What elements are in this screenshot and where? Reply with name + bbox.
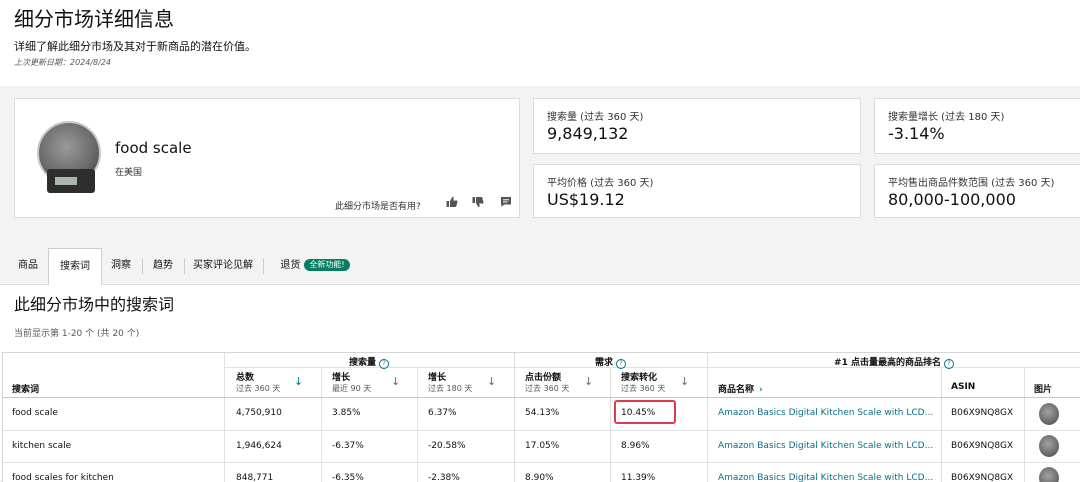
page-title: 细分市场详细信息 xyxy=(14,7,174,31)
metric-label: 平均价格 (过去 360 天) xyxy=(547,178,654,189)
chevron-right-icon[interactable]: › xyxy=(759,385,763,395)
page-header: 细分市场详细信息 详细了解此细分市场及其对于新商品的潜在价值。 上次更新日期：2… xyxy=(0,0,1080,86)
sort-icon[interactable]: ↓ xyxy=(487,375,496,388)
col-click-share[interactable]: 点击份额 过去 360 天 xyxy=(525,370,569,394)
niche-location: 在美国 xyxy=(115,168,143,178)
metric-average-price: 平均价格 (过去 360 天) US$19.12 xyxy=(533,164,861,218)
tab-bar: 商品 搜索词 洞察 趋势 买家评论见解 退货 全新功能! xyxy=(0,248,1080,285)
total-cell: 1,946,624 xyxy=(236,441,282,451)
page-subtitle: 详细了解此细分市场及其对于新商品的潜在价值。 xyxy=(14,40,256,53)
growth90-cell: 3.85% xyxy=(332,408,361,418)
thumbs-down-icon[interactable] xyxy=(471,196,485,210)
metric-value: US$19.12 xyxy=(547,190,625,209)
asin-cell: B06X9NQ8GX xyxy=(951,441,1014,451)
product-thumbnail[interactable] xyxy=(1039,403,1059,425)
product-card: food scale 在美国 此细分市场是否有用? xyxy=(14,98,520,218)
group-search-volume: 搜索量? xyxy=(224,355,514,369)
new-feature-badge: 全新功能! xyxy=(304,259,350,271)
col-search-term[interactable]: 搜索词 xyxy=(12,382,39,395)
sort-icon[interactable]: ↓ xyxy=(680,375,689,388)
tab-trends[interactable]: 趋势 xyxy=(145,248,181,284)
product-thumbnail[interactable] xyxy=(1039,467,1059,482)
sort-icon[interactable]: ↓ xyxy=(391,375,400,388)
tab-returns[interactable]: 退货 全新功能! xyxy=(266,248,364,284)
section-title: 此细分市场中的搜索词 xyxy=(14,295,175,314)
term-cell: kitchen scale xyxy=(12,441,72,451)
metric-value: 80,000-100,000 xyxy=(888,190,1016,209)
col-growth-180[interactable]: 增长 过去 180 天 xyxy=(428,370,472,394)
info-icon[interactable]: ? xyxy=(379,359,389,369)
total-cell: 4,750,910 xyxy=(236,408,282,418)
thumbs-up-icon[interactable] xyxy=(445,196,459,210)
product-link[interactable]: Amazon Basics Digital Kitchen Scale with… xyxy=(718,408,933,418)
sort-desc-icon[interactable]: ↓ xyxy=(294,375,303,388)
product-link[interactable]: Amazon Basics Digital Kitchen Scale with… xyxy=(718,441,933,451)
feedback-question: 此细分市场是否有用? xyxy=(335,202,421,212)
term-cell: food scale xyxy=(12,408,58,418)
tab-returns-label: 退货 xyxy=(280,260,301,271)
col-asin: ASIN xyxy=(951,382,976,392)
col-total[interactable]: 总数 过去 360 天 xyxy=(236,370,280,394)
click-share-cell: 54.13% xyxy=(525,408,560,418)
metric-label: 平均售出商品件数范围 (过去 360 天) xyxy=(888,178,1055,189)
metric-label: 搜索量 (过去 360 天) xyxy=(547,112,644,123)
tab-products[interactable]: 商品 xyxy=(8,248,48,284)
group-top-product: #1 点击量最高的商品排名? xyxy=(707,355,1080,369)
metric-search-growth: 搜索量增长 (过去 180 天) -3.14% xyxy=(874,98,1080,154)
search-terms-table: 搜索量? 需求? #1 点击量最高的商品排名? 搜索词 总数 过去 360 天 ↓… xyxy=(2,352,1080,482)
comment-icon[interactable] xyxy=(499,196,513,210)
info-icon[interactable]: ? xyxy=(943,359,954,369)
metric-value: -3.14% xyxy=(888,124,945,143)
search-terms-section: 此细分市场中的搜索词 当前显示第 1-20 个 (共 20 个) 搜索量? 需求… xyxy=(0,285,1080,482)
col-growth-90[interactable]: 增长 最近 90 天 xyxy=(332,370,371,394)
asin-cell: B06X9NQ8GX xyxy=(951,408,1014,418)
growth180-cell: 6.37% xyxy=(428,408,457,418)
metric-search-volume: 搜索量 (过去 360 天) 9,849,132 xyxy=(533,98,861,154)
info-icon[interactable]: ? xyxy=(616,359,626,369)
click-share-cell: 17.05% xyxy=(525,441,560,451)
col-product-name[interactable]: 商品名称 › xyxy=(718,382,763,395)
product-thumbnail[interactable] xyxy=(1039,435,1059,457)
growth90-cell: -6.37% xyxy=(332,441,364,451)
sort-icon[interactable]: ↓ xyxy=(584,375,593,388)
tab-customer-reviews[interactable]: 买家评论见解 xyxy=(187,248,259,284)
tab-insights[interactable]: 洞察 xyxy=(103,248,139,284)
product-image xyxy=(35,121,107,197)
highlight-box xyxy=(614,400,676,424)
col-conversion[interactable]: 搜索转化 过去 360 天 xyxy=(621,370,665,394)
tab-search-terms[interactable]: 搜索词 xyxy=(48,248,102,285)
conversion-cell: 8.96% xyxy=(621,441,650,451)
metric-units-sold-range: 平均售出商品件数范围 (过去 360 天) 80,000-100,000 xyxy=(874,164,1080,218)
result-count: 当前显示第 1-20 个 (共 20 个) xyxy=(14,329,140,339)
niche-name: food scale xyxy=(115,139,192,157)
metric-value: 9,849,132 xyxy=(547,124,629,143)
col-image: 图片 xyxy=(1034,385,1053,395)
last-updated: 上次更新日期：2024/8/24 xyxy=(14,58,112,67)
growth180-cell: -20.58% xyxy=(428,441,466,451)
group-demand: 需求? xyxy=(514,355,707,369)
metric-label: 搜索量增长 (过去 180 天) xyxy=(888,112,1005,123)
